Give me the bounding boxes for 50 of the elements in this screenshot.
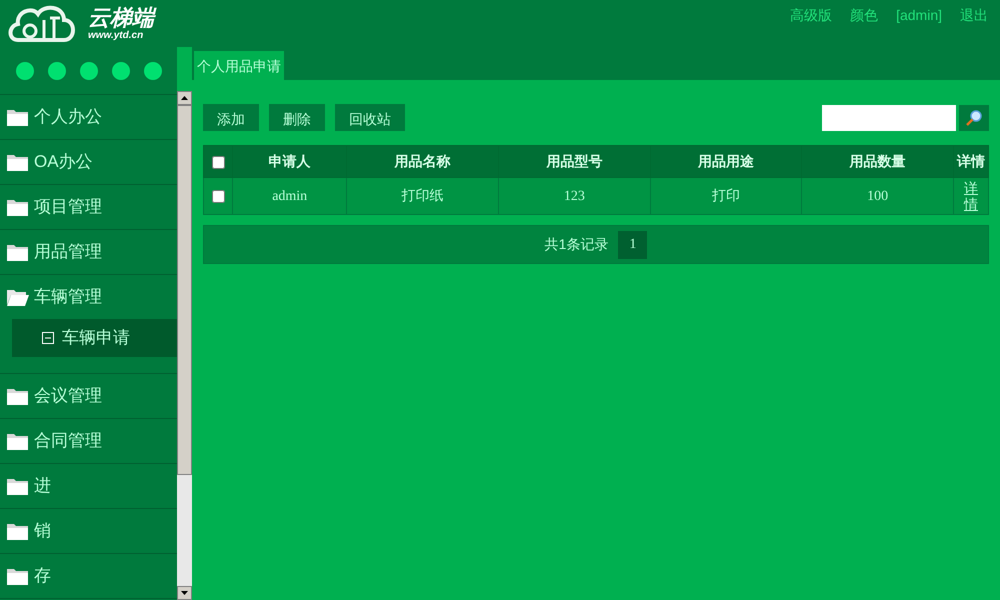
folder-icon	[6, 152, 30, 172]
scroll-down-icon[interactable]	[181, 591, 188, 595]
record-count: 共1条记录	[544, 235, 608, 254]
sidebar-item[interactable]: 进	[0, 464, 177, 508]
row-checkbox[interactable]	[212, 190, 224, 204]
folder-icon	[6, 566, 30, 586]
sidebar-item[interactable]: OA办公	[0, 140, 177, 184]
search-button[interactable]	[959, 104, 989, 130]
search-field[interactable]	[822, 104, 956, 130]
sidebar-item[interactable]: 存	[0, 554, 177, 598]
search-icon	[965, 108, 983, 126]
table-cell: admin	[232, 178, 347, 214]
toolbar-button[interactable]: 回收站	[335, 104, 405, 131]
folder-icon	[6, 521, 30, 541]
header-link[interactable]: 颜色	[850, 5, 878, 26]
sidebar-item[interactable]: 用品管理	[0, 230, 177, 274]
header-link[interactable]: [admin]	[896, 5, 942, 26]
column-header: 用品名称	[346, 146, 499, 178]
collapse-icon	[42, 332, 54, 344]
folder-icon	[6, 476, 30, 496]
page-button[interactable]: 1	[618, 230, 648, 258]
table-cell: 100	[802, 178, 954, 214]
column-header: 用品型号	[498, 146, 650, 178]
sidebar-item[interactable]: 销	[0, 509, 177, 553]
sidebar-subitem[interactable]: 车辆申请	[12, 319, 177, 357]
sidebar-item[interactable]: 会议管理	[0, 374, 177, 418]
table-cell: 打印	[650, 178, 802, 214]
sidebar-item[interactable]: 项目管理	[0, 185, 177, 229]
scroll-up-icon[interactable]	[181, 96, 188, 100]
table-cell: 123	[498, 178, 650, 214]
toolbar-button[interactable]: 删除	[269, 104, 325, 131]
table-cell: 打印纸	[346, 178, 499, 214]
scrollbar[interactable]	[177, 91, 192, 600]
folder-icon	[6, 107, 30, 127]
select-all-checkbox[interactable]	[212, 156, 224, 169]
folder-icon	[6, 197, 30, 217]
column-header: 用品用途	[650, 146, 802, 178]
sidebar-item[interactable]: 车辆管理	[0, 275, 177, 319]
header-link[interactable]: 高级版	[790, 5, 832, 26]
sidebar-item[interactable]: 个人办公	[0, 95, 177, 139]
tab[interactable]: 个人用品申请	[194, 51, 284, 81]
folder-icon	[6, 431, 30, 451]
sidebar-item[interactable]: 合同管理	[0, 419, 177, 463]
column-header: 用品数量	[802, 146, 954, 178]
open-folder-icon	[6, 287, 30, 307]
toolbar-button[interactable]: 添加	[203, 104, 259, 131]
folder-icon	[6, 242, 30, 262]
header-link[interactable]: 退出	[960, 5, 988, 26]
logo-url: www.ytd.cn	[88, 30, 144, 40]
folder-icon	[6, 386, 30, 406]
